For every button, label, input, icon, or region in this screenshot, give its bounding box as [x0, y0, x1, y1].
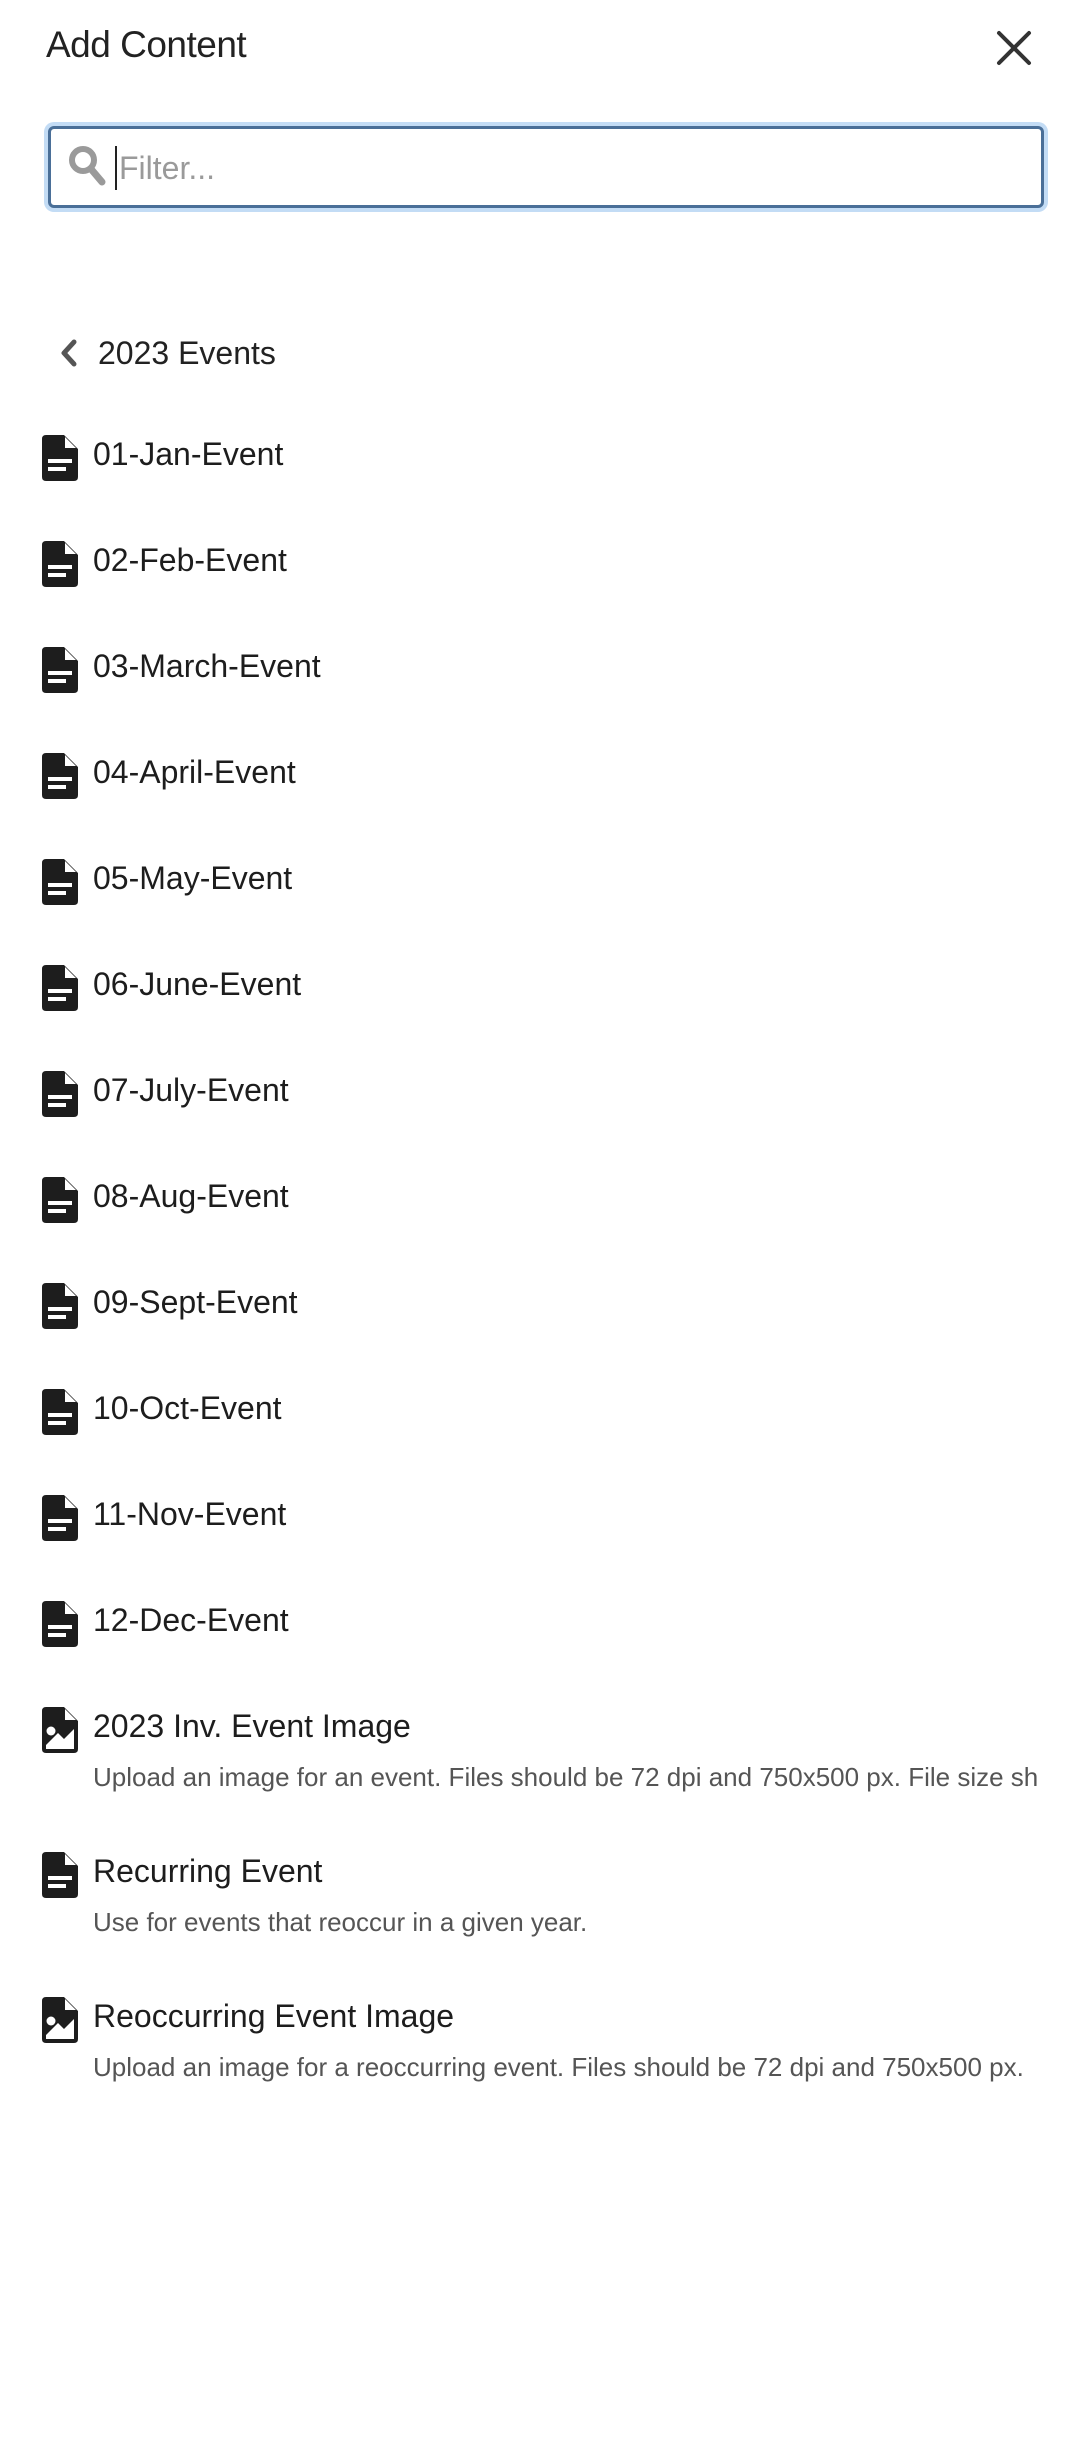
list-item-label: 03-March-Event [93, 648, 321, 684]
search-icon [69, 146, 106, 186]
close-icon [997, 31, 1031, 65]
document-icon [42, 435, 78, 481]
list-item-label: 08-Aug-Event [93, 1178, 289, 1214]
list-item[interactable]: Reoccurring Event Image Upload an image f… [0, 1992, 1086, 2137]
document-icon [42, 647, 78, 693]
list-item[interactable]: 09-Sept-Event [0, 1278, 1086, 1384]
document-icon [42, 1283, 78, 1329]
list-item[interactable]: 06-June-Event [0, 960, 1086, 1066]
list-item[interactable]: 10-Oct-Event [0, 1384, 1086, 1490]
filter-field [44, 122, 1048, 212]
list-item[interactable]: 07-July-Event [0, 1066, 1086, 1172]
list-item-label: 10-Oct-Event [93, 1390, 282, 1426]
document-icon [42, 1071, 78, 1117]
list-item[interactable]: 08-Aug-Event [0, 1172, 1086, 1278]
document-icon [42, 965, 78, 1011]
list-item[interactable]: 03-March-Event [0, 642, 1086, 748]
list-item-label: 02-Feb-Event [93, 542, 287, 578]
list-item-label: 04-April-Event [93, 754, 296, 790]
dialog-header: Add Content [0, 0, 1086, 100]
list-item[interactable]: 04-April-Event [0, 748, 1086, 854]
list-item[interactable]: 02-Feb-Event [0, 536, 1086, 642]
list-item[interactable]: 11-Nov-Event [0, 1490, 1086, 1596]
list-item[interactable]: 05-May-Event [0, 854, 1086, 960]
list-item-label: 12-Dec-Event [93, 1602, 289, 1638]
close-button[interactable] [994, 28, 1034, 68]
list-item-label: 2023 Inv. Event Image [93, 1708, 411, 1744]
list-item-description: Upload an image for a reoccurring event.… [93, 2052, 1024, 2082]
document-icon [42, 753, 78, 799]
dialog-title: Add Content [46, 24, 247, 65]
list-item-label: 09-Sept-Event [93, 1284, 298, 1320]
list-item-label: Recurring Event [93, 1853, 323, 1889]
list-item-description: Upload an image for an event. Files shou… [93, 1762, 1039, 1792]
image-file-icon [42, 1707, 78, 1753]
list-item-label: 07-July-Event [93, 1072, 289, 1108]
filter-box [48, 126, 1044, 208]
list-item[interactable]: 2023 Inv. Event Image Upload an image for… [0, 1702, 1086, 1847]
document-icon [42, 859, 78, 905]
document-icon [42, 1852, 78, 1898]
list-item-label: 01-Jan-Event [93, 436, 284, 472]
document-icon [42, 1601, 78, 1647]
back-to-2023-events[interactable]: 2023 Events [52, 330, 276, 376]
list-item[interactable]: 12-Dec-Event [0, 1596, 1086, 1702]
list-item-label: 11-Nov-Event [93, 1496, 287, 1532]
image-file-icon [42, 1997, 78, 2043]
document-icon [42, 1177, 78, 1223]
document-icon [42, 1389, 78, 1435]
document-icon [42, 1495, 78, 1541]
content-type-list: 01-Jan-Event 02-Feb-Event 03-March-Event… [0, 430, 1086, 2137]
filter-input[interactable] [115, 146, 1031, 190]
list-item[interactable]: Recurring Event Use for events that reocc… [0, 1847, 1086, 1992]
list-item[interactable]: 01-Jan-Event [0, 430, 1086, 536]
list-item-label: 05-May-Event [93, 860, 293, 896]
breadcrumb-label: 2023 Events [98, 334, 276, 371]
list-item-label: 06-June-Event [93, 966, 302, 1002]
list-item-description: Use for events that reoccur in a given y… [93, 1907, 588, 1937]
list-item-label: Reoccurring Event Image [93, 1998, 455, 2034]
document-icon [42, 541, 78, 587]
chevron-left-icon [61, 339, 77, 367]
